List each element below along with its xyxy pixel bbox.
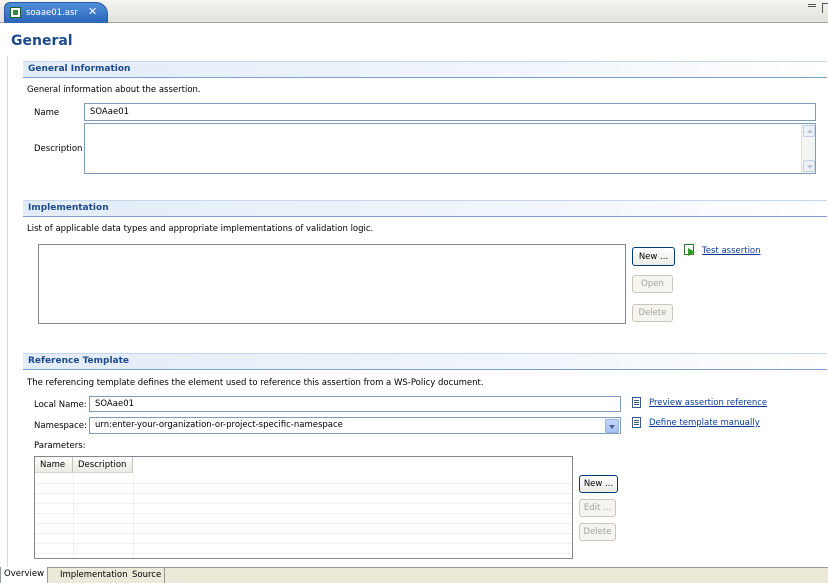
parameters-edit-button[interactable]: Edit ... xyxy=(579,499,616,517)
define-template-manually-link[interactable]: Define template manually xyxy=(649,418,760,428)
implementation-open-button[interactable]: Open xyxy=(632,275,673,293)
document-icon xyxy=(632,397,641,408)
name-label: Name xyxy=(34,108,60,118)
implementation-description: List of applicable data types and approp… xyxy=(27,224,374,234)
asr-file-icon xyxy=(10,7,21,18)
implementation-list[interactable] xyxy=(38,244,626,324)
name-value: SOAae01 xyxy=(90,107,130,117)
description-label: Description xyxy=(34,144,83,154)
namespace-combo[interactable]: urn:enter-your-organization-or-project-s… xyxy=(89,417,621,434)
namespace-label: Namespace: xyxy=(34,421,87,431)
section-title: Reference Template xyxy=(28,356,130,366)
name-field[interactable]: SOAae01 xyxy=(84,103,816,121)
editor-tab-bar: soaae01.asr ✕ xyxy=(0,0,828,23)
local-name-field[interactable]: SOAae01 xyxy=(89,396,621,412)
general-info-description: General information about the assertion. xyxy=(27,85,201,95)
close-icon[interactable]: ✕ xyxy=(88,5,97,18)
editor-edge xyxy=(7,56,8,567)
local-name-value: SOAae01 xyxy=(95,399,135,409)
local-name-label: Local Name: xyxy=(34,400,87,410)
row-divider xyxy=(35,553,572,554)
section-header-implementation[interactable]: Implementation xyxy=(23,200,827,217)
minimize-icon[interactable] xyxy=(808,4,816,7)
description-scrollbar[interactable] xyxy=(801,124,815,173)
column-header-description[interactable]: Description xyxy=(73,457,133,473)
editor-tab[interactable]: soaae01.asr ✕ xyxy=(4,2,108,23)
page-title: General xyxy=(11,33,73,49)
tab-overview[interactable]: Overview xyxy=(0,567,49,583)
parameters-new-button[interactable]: New ... xyxy=(579,475,618,493)
namespace-value: urn:enter-your-organization-or-project-s… xyxy=(95,420,343,430)
row-divider xyxy=(35,483,572,484)
parameters-table[interactable]: Name Description xyxy=(34,456,573,559)
section-header-reference-template[interactable]: Reference Template xyxy=(23,353,827,370)
tab-implementation[interactable]: Implementation xyxy=(57,568,132,583)
column-header-name[interactable]: Name xyxy=(35,457,73,473)
scroll-down-icon[interactable] xyxy=(803,160,815,172)
row-divider xyxy=(35,493,572,494)
editor-tab-label: soaae01.asr xyxy=(26,8,78,18)
chevron-down-icon[interactable] xyxy=(605,419,619,433)
row-divider xyxy=(35,503,572,504)
reference-template-description: The referencing template defines the ele… xyxy=(27,378,484,388)
section-title: General Information xyxy=(28,64,131,74)
row-divider xyxy=(35,533,572,534)
page-tab-bar: Overview Implementation Source xyxy=(0,567,828,583)
maximize-icon[interactable] xyxy=(822,3,828,13)
row-divider xyxy=(35,513,572,514)
row-divider xyxy=(35,523,572,524)
run-test-icon xyxy=(684,244,696,256)
scroll-up-icon[interactable] xyxy=(803,125,815,137)
document-icon xyxy=(632,417,641,428)
column-divider xyxy=(73,473,74,558)
test-assertion-link[interactable]: Test assertion xyxy=(702,246,761,256)
row-divider xyxy=(35,543,572,544)
parameters-delete-button[interactable]: Delete xyxy=(579,523,616,541)
preview-assertion-reference-link[interactable]: Preview assertion reference xyxy=(649,398,767,408)
implementation-delete-button[interactable]: Delete xyxy=(632,304,673,322)
parameters-label: Parameters: xyxy=(34,441,86,451)
description-textarea[interactable] xyxy=(84,123,816,174)
section-title: Implementation xyxy=(28,203,109,213)
column-divider xyxy=(133,473,134,558)
tab-source[interactable]: Source xyxy=(129,568,166,583)
section-header-general-information[interactable]: General Information xyxy=(23,61,827,78)
implementation-new-button[interactable]: New ... xyxy=(632,247,675,266)
